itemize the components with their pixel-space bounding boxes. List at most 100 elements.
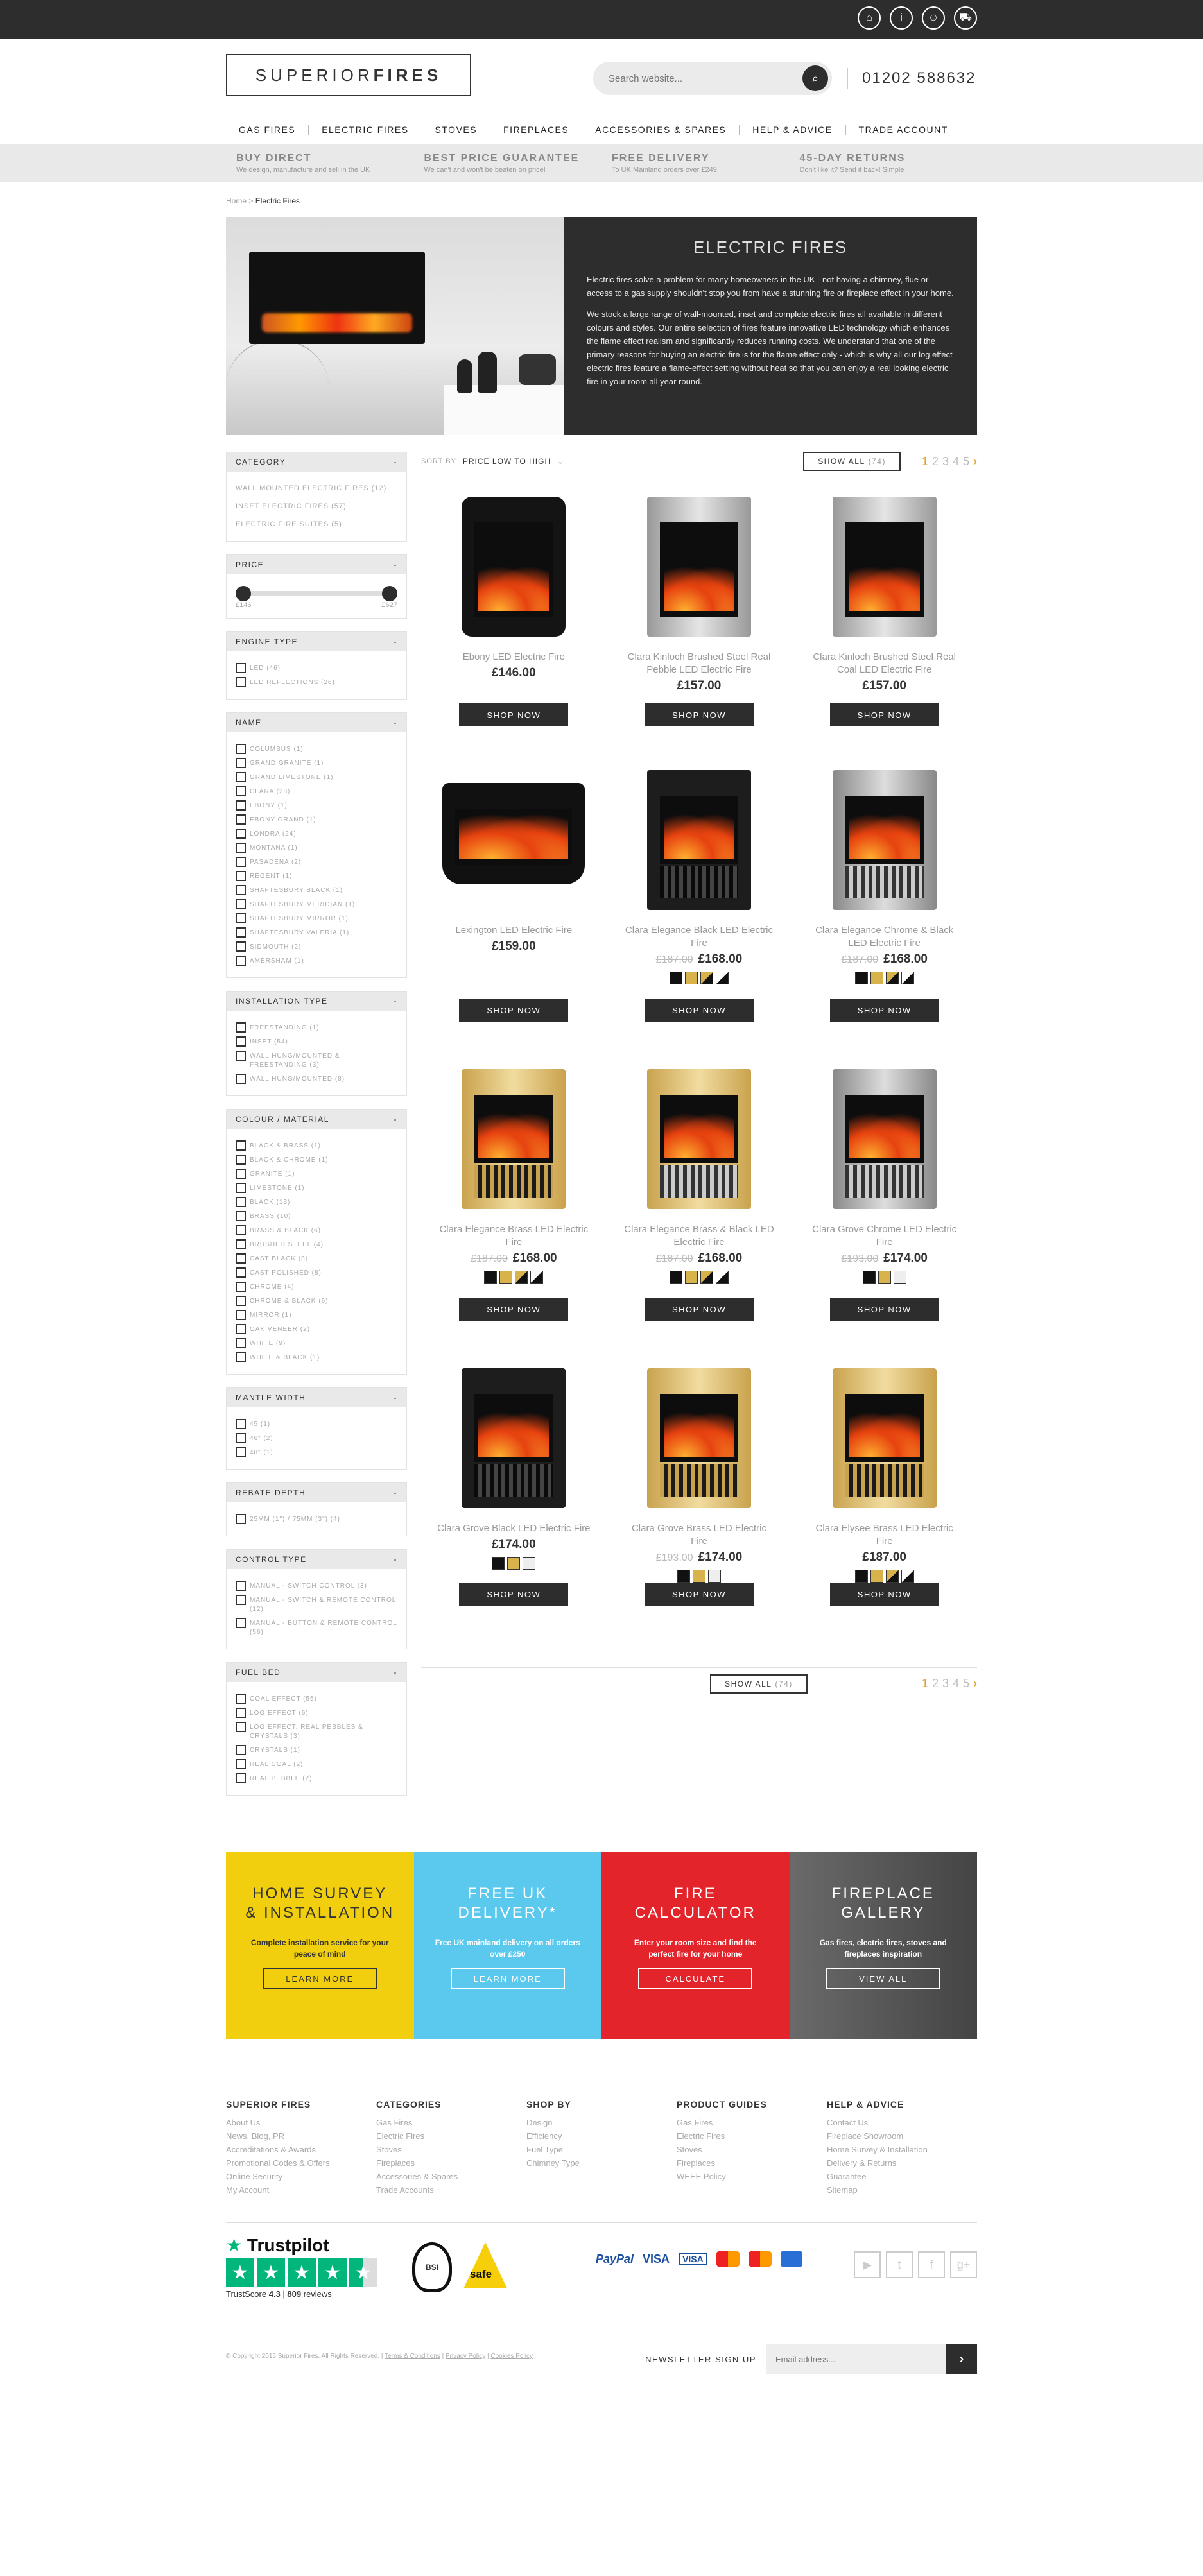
slider-handle-max[interactable] xyxy=(382,586,397,601)
colour-swatch[interactable] xyxy=(854,1570,868,1583)
product-image[interactable] xyxy=(832,1368,937,1508)
filter-option[interactable]: BLACK (13) xyxy=(236,1197,397,1207)
checkbox[interactable] xyxy=(236,843,246,853)
checkbox[interactable] xyxy=(236,1267,246,1278)
footer-link[interactable]: Promotional Codes & Offers xyxy=(226,2156,376,2170)
checkbox[interactable] xyxy=(236,1324,246,1334)
filter-option[interactable]: CRYSTALS (1) xyxy=(236,1745,397,1755)
minus-icon[interactable]: - xyxy=(394,560,398,569)
filter-option[interactable]: CAST BLACK (8) xyxy=(236,1253,397,1264)
price-slider[interactable]: £146 £627 xyxy=(236,582,397,610)
filter-header[interactable]: COLOUR / MATERIAL - xyxy=(227,1110,406,1129)
slider-handle-min[interactable] xyxy=(236,586,251,601)
footer-link[interactable]: Electric Fires xyxy=(677,2129,827,2143)
footer-link[interactable]: Guarantee xyxy=(827,2170,977,2183)
colour-swatch[interactable] xyxy=(684,1271,698,1284)
checkbox[interactable] xyxy=(236,1694,246,1704)
footer-link[interactable]: Gas Fires xyxy=(376,2116,526,2129)
product-name[interactable]: Clara Elysee Brass LED Electric Fire xyxy=(808,1522,962,1548)
colour-swatch[interactable] xyxy=(684,972,698,984)
checkbox[interactable] xyxy=(236,1183,246,1193)
nav-item[interactable]: GAS FIRES xyxy=(226,125,309,135)
filter-option[interactable]: EBONY GRAND (1) xyxy=(236,814,397,825)
cart-icon[interactable]: ⛟ xyxy=(954,6,977,30)
footer-link[interactable]: Gas Fires xyxy=(677,2116,827,2129)
footer-link[interactable]: Home Survey & Installation xyxy=(827,2143,977,2156)
checkbox[interactable] xyxy=(236,663,246,673)
banner-button[interactable]: LEARN MORE xyxy=(450,1968,565,1989)
filter-option[interactable]: SHAFTESBURY BLACK (1) xyxy=(236,885,397,895)
footer-link[interactable]: Contact Us xyxy=(827,2116,977,2129)
page-5[interactable]: 5 xyxy=(963,1677,969,1690)
colour-swatch[interactable] xyxy=(677,1570,690,1583)
product-name[interactable]: Ebony LED Electric Fire xyxy=(437,651,591,664)
filter-option[interactable]: 48" (1) xyxy=(236,1447,397,1457)
legal-link[interactable]: Terms & Conditions xyxy=(385,2353,440,2360)
colour-swatch[interactable] xyxy=(700,1271,713,1284)
footer-link[interactable]: Stoves xyxy=(376,2143,526,2156)
page-4[interactable]: 4 xyxy=(953,1677,959,1690)
filter-option[interactable]: BRUSHED STEEL (4) xyxy=(236,1239,397,1249)
page-2[interactable]: 2 xyxy=(932,1677,939,1690)
colour-swatch[interactable] xyxy=(893,1271,906,1284)
filter-header[interactable]: FUEL BED - xyxy=(227,1663,406,1682)
promo-banner[interactable]: FIRE CALCULATOR Enter your room size and … xyxy=(602,1852,790,2039)
google-plus-icon[interactable]: g+ xyxy=(950,2251,977,2278)
filter-option[interactable]: 45 (1) xyxy=(236,1419,397,1429)
colour-swatch[interactable] xyxy=(707,1570,721,1583)
minus-icon[interactable]: - xyxy=(394,997,398,1006)
footer-link[interactable]: Fuel Type xyxy=(526,2143,677,2156)
product-name[interactable]: Clara Grove Black LED Electric Fire xyxy=(437,1522,591,1535)
checkbox[interactable] xyxy=(236,1759,246,1769)
checkbox[interactable] xyxy=(236,1051,246,1061)
category-link[interactable]: ELECTRIC FIRE SUITES (5) xyxy=(236,515,397,533)
footer-link[interactable]: Trade Accounts xyxy=(376,2183,526,2197)
checkbox[interactable] xyxy=(236,1514,246,1524)
nav-item[interactable]: TRADE ACCOUNT xyxy=(846,125,961,135)
colour-swatch[interactable] xyxy=(669,972,682,984)
colour-swatch[interactable] xyxy=(870,1570,883,1583)
checkbox[interactable] xyxy=(236,1708,246,1718)
filter-option[interactable]: REAL COAL (2) xyxy=(236,1759,397,1769)
checkbox[interactable] xyxy=(236,1447,246,1457)
checkbox[interactable] xyxy=(236,956,246,966)
filter-option[interactable]: GRANITE (1) xyxy=(236,1169,397,1179)
colour-swatch[interactable] xyxy=(885,1570,899,1583)
colour-swatch[interactable] xyxy=(878,1271,891,1284)
checkbox[interactable] xyxy=(236,1036,246,1047)
filter-header[interactable]: REBATE DEPTH - xyxy=(227,1483,406,1502)
filter-option[interactable]: WALL HUNG/MOUNTED & FREESTANDING (3) xyxy=(236,1051,397,1070)
filter-option[interactable]: SIDMOUTH (2) xyxy=(236,941,397,952)
sort-by[interactable]: SORT BY PRICE LOW TO HIGH ⌄ xyxy=(421,457,564,466)
product-image[interactable] xyxy=(832,1069,937,1209)
colour-swatch[interactable] xyxy=(492,1557,505,1570)
footer-link[interactable]: My Account xyxy=(226,2183,376,2197)
show-all-button[interactable]: SHOW ALL (74) xyxy=(803,452,901,471)
checkbox[interactable] xyxy=(236,1211,246,1221)
filter-header[interactable]: CONTROL TYPE - xyxy=(227,1550,406,1569)
footer-link[interactable]: Fireplace Showroom xyxy=(827,2129,977,2143)
colour-swatch[interactable] xyxy=(885,972,899,984)
user-icon[interactable]: ☺ xyxy=(922,6,945,30)
colour-swatch[interactable] xyxy=(669,1271,682,1284)
colour-swatch[interactable] xyxy=(515,1271,528,1284)
filter-header[interactable]: ENGINE TYPE - xyxy=(227,632,406,651)
product-image[interactable] xyxy=(646,497,751,637)
next-page-icon[interactable]: › xyxy=(973,455,977,468)
colour-swatch[interactable] xyxy=(901,1570,914,1583)
checkbox[interactable] xyxy=(236,927,246,938)
promo-banner[interactable]: FREE UK DELIVERY* Free UK mainland delive… xyxy=(413,1852,602,2039)
promo-banner[interactable]: HOME SURVEY & INSTALLATION Complete insta… xyxy=(226,1852,414,2039)
filter-option[interactable]: LED REFLECTIONS (26) xyxy=(236,677,397,687)
footer-link[interactable]: Design xyxy=(526,2116,677,2129)
filter-option[interactable]: LOG EFFECT, REAL PEBBLES & CRYSTALS (3) xyxy=(236,1722,397,1741)
product-image[interactable] xyxy=(462,1069,566,1209)
filter-option[interactable]: BLACK & CHROME (1) xyxy=(236,1155,397,1165)
promo-banner[interactable]: FIREPLACE GALLERY Gas fires, electric fir… xyxy=(789,1852,977,2039)
banner-button[interactable]: LEARN MORE xyxy=(263,1968,377,1989)
filter-option[interactable]: BLACK & BRASS (1) xyxy=(236,1140,397,1151)
info-icon[interactable]: i xyxy=(890,6,913,30)
product-name[interactable]: Clara Elegance Black LED Electric Fire xyxy=(622,924,776,950)
checkbox[interactable] xyxy=(236,772,246,782)
footer-link[interactable]: Stoves xyxy=(677,2143,827,2156)
